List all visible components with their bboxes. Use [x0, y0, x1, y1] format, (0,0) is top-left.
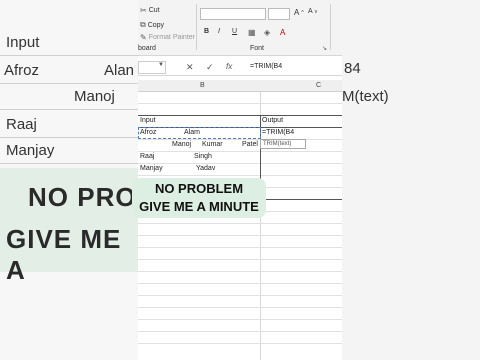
fill-color-button[interactable]: ◈: [264, 28, 270, 37]
row-divider: [138, 259, 342, 260]
video-caption: NO PROBLEM GIVE ME A MINUTE: [132, 178, 266, 218]
cell-b4-first[interactable]: Afroz: [140, 129, 156, 136]
row-divider: [138, 175, 342, 176]
row-divider: [138, 163, 342, 164]
bg-manjay-label: Manjay: [6, 142, 55, 159]
ribbon: ✂ Cut ⧉ Copy ✎ Format Painter board A ^ A…: [138, 0, 342, 56]
underline-button[interactable]: U: [232, 28, 237, 35]
bg-raaj-label: Raaj: [6, 116, 37, 133]
shrink-font-button[interactable]: Av: [308, 8, 317, 15]
font-color-icon: A: [280, 28, 286, 37]
row-divider: [138, 151, 342, 152]
cell-b5-part1[interactable]: Manoj: [172, 141, 191, 148]
cell-output-header[interactable]: Output: [262, 117, 283, 124]
cell-b7-first[interactable]: Manjay: [140, 165, 163, 172]
font-group-label: Font: [250, 45, 265, 52]
paintbrush-icon: ✎: [140, 33, 147, 42]
enter-icon[interactable]: ✓: [206, 62, 214, 73]
bold-button[interactable]: B: [204, 28, 209, 35]
cell-b5-part3[interactable]: Patel: [242, 141, 258, 148]
formula-bar: ▼ ✕ ✓ fx =TRIM(B4: [138, 60, 342, 76]
row-divider: [138, 271, 342, 272]
cell-c4-formula[interactable]: =TRIM(B4: [262, 129, 294, 136]
column-headers: B C: [138, 80, 342, 92]
row-divider: [138, 295, 342, 296]
ribbon-separator: [330, 4, 331, 50]
launcher-icon: ↘: [322, 46, 328, 52]
cut-label: Cut: [148, 7, 160, 14]
bg-hint-text: M(text): [342, 88, 389, 105]
copy-label: Copy: [147, 21, 165, 29]
bg-caption-line2: GIVE ME A: [6, 224, 122, 285]
cell-b7-last[interactable]: Yadav: [196, 165, 215, 172]
fill-color-icon: ◈: [264, 28, 271, 37]
row-divider: [138, 331, 342, 332]
row-divider: [138, 307, 342, 308]
cell-b6-last[interactable]: Singh: [194, 153, 212, 160]
caption-line-2: GIVE ME A MINUTE: [139, 199, 259, 214]
cell-b6-first[interactable]: Raaj: [140, 153, 154, 160]
borders-button[interactable]: ▦: [248, 28, 256, 37]
insert-function-icon[interactable]: fx: [226, 62, 232, 71]
cell-grid: Input Output Afroz Alam =TRIM(B4 Manoj K…: [138, 92, 342, 360]
caption-line-1: NO PROBLEM: [154, 181, 244, 196]
font-dialog-launcher[interactable]: ↘: [322, 45, 327, 52]
row-divider: [138, 247, 342, 248]
bg-ref-text: 84: [344, 60, 361, 77]
font-color-button[interactable]: A: [280, 28, 285, 37]
font-size-dropdown[interactable]: [268, 8, 290, 20]
row-divider: [138, 343, 342, 344]
bg-afroz-label: Afroz: [4, 62, 40, 79]
format-painter-label: Format Painter: [148, 34, 195, 41]
bg-row-divider: [0, 82, 138, 110]
name-box-dropdown-icon[interactable]: ▼: [158, 62, 164, 68]
cut-button[interactable]: ✂ Cut: [140, 6, 160, 15]
row-divider: [138, 319, 342, 320]
italic-button[interactable]: I: [218, 28, 220, 35]
formula-input[interactable]: =TRIM(B4: [250, 63, 282, 70]
copy-button[interactable]: ⧉ Copy: [140, 20, 164, 30]
column-header-b[interactable]: B: [200, 82, 205, 89]
cell-input-header[interactable]: Input: [140, 117, 156, 124]
copy-icon: ⧉: [140, 20, 146, 29]
table-border: [138, 115, 342, 116]
row-divider: [138, 283, 342, 284]
row-divider: [138, 235, 342, 236]
clipboard-group-label: board: [138, 45, 156, 52]
left-background-panel: Input Afroz Alan Manoj Raaj Manjay NO PR…: [0, 0, 138, 360]
scissors-icon: ✂: [140, 6, 147, 15]
borders-icon: ▦: [248, 28, 256, 37]
column-header-c[interactable]: C: [316, 82, 321, 89]
row-divider: [138, 139, 342, 140]
bg-alam-label: Alan: [104, 62, 135, 79]
cell-b4-last[interactable]: Alam: [184, 129, 200, 136]
cancel-icon[interactable]: ✕: [186, 62, 194, 73]
ribbon-separator: [196, 4, 197, 50]
font-name-dropdown[interactable]: [200, 8, 266, 20]
bg-manoj-label: Manoj: [74, 88, 115, 105]
function-tooltip: TRIM(text): [260, 139, 306, 149]
grow-font-button[interactable]: A ^: [294, 8, 304, 17]
bg-input-label: Input: [6, 34, 40, 51]
row-divider: [138, 223, 342, 224]
row-divider: [138, 103, 342, 104]
cell-b5-part2[interactable]: Kumar: [202, 141, 223, 148]
bg-caption-line1: NO PRO: [28, 182, 137, 212]
format-painter-button[interactable]: ✎ Format Painter: [140, 33, 195, 42]
right-background-panel: 84 M(text): [342, 0, 480, 360]
